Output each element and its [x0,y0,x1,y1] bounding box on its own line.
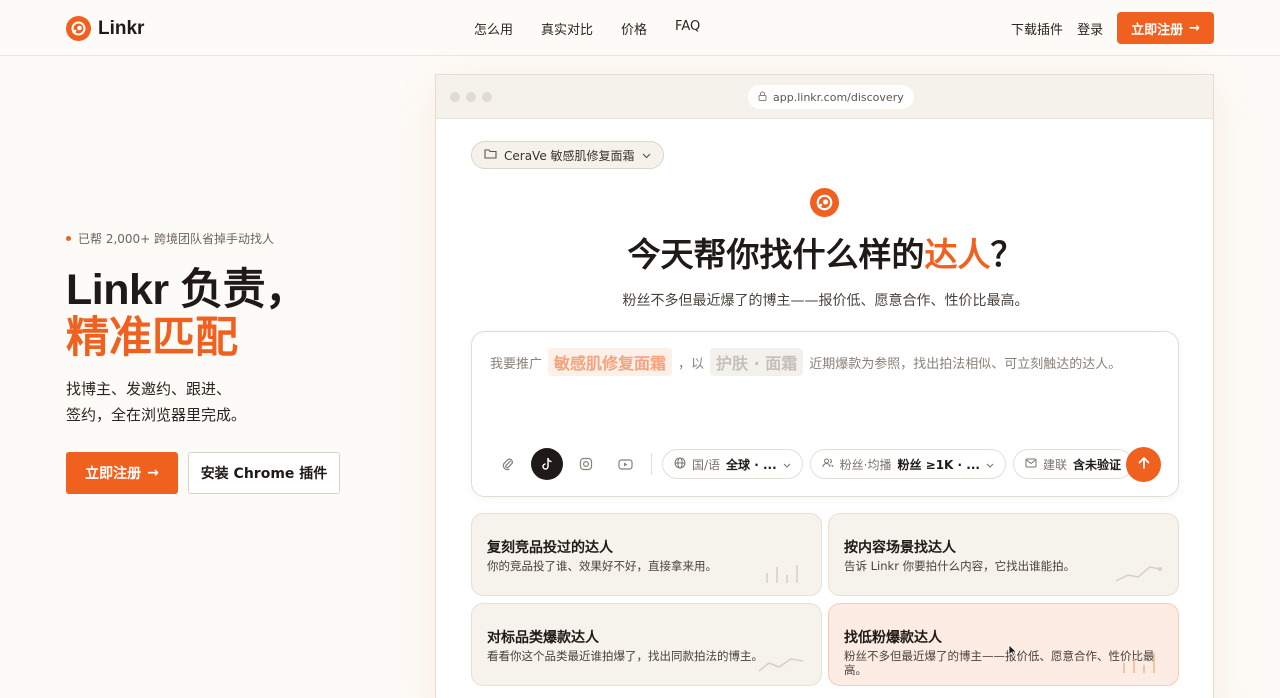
category-tag[interactable]: 护肤 · 面霜 [710,348,804,376]
app-subtitle: 粉丝不多但最近爆了的博主——报价低、愿意合作、性价比最高。 [622,293,1029,309]
app-preview-window: app.linkr.com/discovery CeraVe 敏感肌修复面霜 今… [435,74,1214,698]
headline-line-1: Linkr 负责， [66,266,308,314]
headline-line-2: 精准匹配 [66,314,238,362]
followers-views-filter[interactable]: 粉丝·均播 粉丝 ≥1K · ... [809,449,1006,479]
hero: 已帮 2,000+ 跨境团队省掉手动找人 Linkr 负责， 精准匹配 找博主、… [66,230,396,494]
youtube-icon[interactable] [609,448,641,480]
chevron-down-icon [783,457,791,471]
card-title: 按内容场景找达人 [844,540,956,556]
prompt-toolbar: 国/语 全球 · ... 粉丝·均播 粉丝 ≥1K · ... 建联 含未验证 [492,448,1133,480]
brand-logo[interactable]: Linkr [66,16,144,41]
hero-subtitle: 找博主、发邀约、跟进、 签约，全在浏览器里完成。 [66,376,396,428]
mail-icon [1025,457,1037,471]
followers-filter-value: 粉丝 ≥1K · ... [897,457,980,472]
nav-signup-label: 立即注册 [1131,22,1184,38]
region-filter-value: 全球 · ... [726,457,777,472]
download-plugin-link[interactable]: 下载插件 [1011,19,1063,38]
dot-icon [66,236,71,241]
project-name: CeraVe 敏感肌修复面霜 [504,148,635,163]
hero-signup-button[interactable]: 立即注册 → [66,452,178,494]
region-language-filter[interactable]: 国/语 全球 · ... [662,449,803,479]
trend-line-icon [758,658,804,672]
arrow-right-icon: → [1189,20,1200,36]
suggestion-card-competitor[interactable]: 复刻竞品投过的达人 你的竞品投了谁、效果好不好，直接拿来用。 [471,513,822,596]
attach-icon[interactable] [492,448,524,480]
address-bar: app.linkr.com/discovery [748,85,914,109]
region-filter-label: 国/语 [692,457,721,472]
suggestion-card-low-follower[interactable]: 找低粉爆款达人 粉丝不多但最近爆了的博主——报价低、愿意合作、性价比最高。 [828,603,1179,686]
app-title-pre: 今天帮你找什么样的 [627,236,925,273]
prompt-text: 我要推广 敏感肌修复面霜 ，以 护肤 · 面霜 近期爆款为参照，找出拍法相似、可… [490,348,1121,376]
nav-link-pricing[interactable]: 价格 [621,19,647,38]
contact-filter[interactable]: 建联 含未验证 [1012,449,1133,479]
linkr-logo-icon [66,16,91,41]
bars-icon [1123,653,1155,673]
tiktok-icon[interactable] [531,448,563,480]
suggestion-card-scenario[interactable]: 按内容场景找达人 告诉 Linkr 你要拍什么内容，它找出谁能拍。 [828,513,1179,596]
prompt-box[interactable]: 我要推广 敏感肌修复面霜 ，以 护肤 · 面霜 近期爆款为参照，找出拍法相似、可… [471,331,1179,497]
send-button[interactable] [1126,447,1161,482]
brand-name: Linkr [98,17,145,39]
card-title: 对标品类爆款达人 [487,630,599,646]
window-controls [450,92,492,102]
app-title-post: ？ [990,236,1024,273]
followers-filter-label: 粉丝·均播 [839,457,892,472]
eyebrow-text: 已帮 2,000+ 跨境团队省掉手动找人 [78,232,275,246]
eyebrow: 已帮 2,000+ 跨境团队省掉手动找人 [66,230,396,247]
nav-link-compare[interactable]: 真实对比 [541,19,593,38]
contact-filter-value: 含未验证 [1072,457,1121,472]
hero-subtitle-line-2: 签约，全在浏览器里完成。 [66,406,247,424]
app-title-accent: 达人 [924,236,991,273]
chevron-down-icon [642,148,651,162]
install-chrome-button[interactable]: 安装 Chrome 插件 [188,452,340,494]
lock-icon [758,91,767,104]
nav-link-faq[interactable]: FAQ [675,19,700,38]
prompt-part-2: ，以 [678,356,705,372]
bars-icon [766,565,798,583]
project-selector[interactable]: CeraVe 敏感肌修复面霜 [471,141,664,169]
product-tag[interactable]: 敏感肌修复面霜 [548,348,673,376]
arrow-right-icon: → [147,465,159,481]
url-text: app.linkr.com/discovery [773,90,904,104]
card-title: 复刻竞品投过的达人 [487,540,613,556]
instagram-icon[interactable] [570,448,602,480]
hero-signup-label: 立即注册 [85,466,142,482]
nav-link-how[interactable]: 怎么用 [474,19,513,38]
toolbar-divider [651,453,652,475]
trend-line-icon [1115,566,1162,582]
top-nav: Linkr 怎么用 真实对比 价格 FAQ 下载插件 登录 立即注册 → [0,0,1280,56]
prompt-part-3: 近期爆款为参照，找出拍法相似、可立刻触达的达人。 [809,356,1122,372]
login-link[interactable]: 登录 [1077,19,1103,38]
arrow-up-icon [1137,455,1151,474]
chevron-down-icon [986,457,994,471]
hero-subtitle-line-1: 找博主、发邀约、跟进、 [66,380,232,398]
globe-icon [674,457,686,472]
browser-bar: app.linkr.com/discovery [436,75,1213,119]
contact-filter-label: 建联 [1042,457,1067,472]
suggestion-card-category[interactable]: 对标品类爆款达人 看看你这个品类最近谁拍爆了，找出同款拍法的博主。 [471,603,822,686]
mouse-cursor-icon [1008,644,1018,657]
app-logo-icon [810,188,839,217]
nav-signup-button[interactable]: 立即注册 → [1117,12,1214,44]
folder-icon [484,148,497,162]
card-title: 找低粉爆款达人 [844,630,942,646]
users-icon [822,457,834,472]
prompt-part-1: 我要推广 [490,356,543,372]
app-title: 今天帮你找什么样的达人？ [436,228,1215,276]
